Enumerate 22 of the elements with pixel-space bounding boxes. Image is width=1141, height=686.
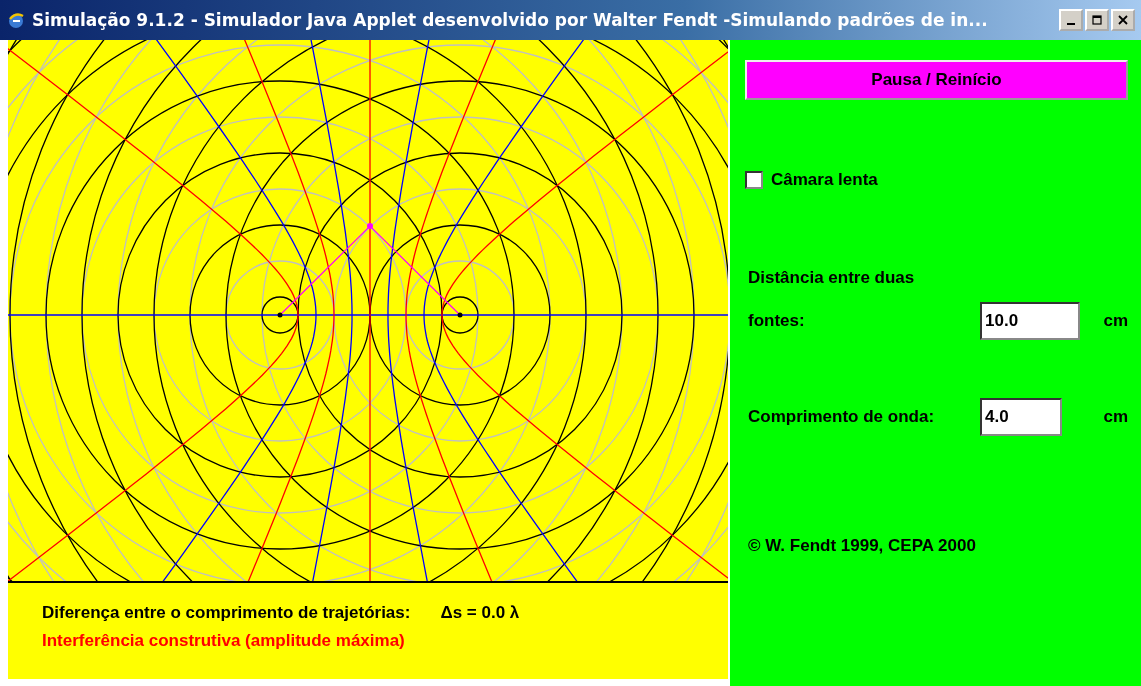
copyright-text: © W. Fendt 1999, CEPA 2000	[748, 536, 977, 556]
checkbox-label: Câmara lenta	[771, 170, 878, 190]
wavelength-label: Comprimento de onda:	[748, 407, 936, 427]
wavelength-input[interactable]: 4.0	[980, 398, 1062, 436]
pause-button[interactable]: Pausa / Reinício	[745, 60, 1128, 100]
close-button[interactable]	[1111, 9, 1135, 31]
distance-input[interactable]: 10.0	[980, 302, 1080, 340]
unit-label: cm	[1103, 407, 1128, 427]
checkbox[interactable]	[745, 171, 763, 189]
close-icon	[1118, 15, 1128, 25]
interference-result: Interferência construtiva (amplitude máxima)	[42, 631, 406, 651]
window-title: Simulação 9.1.2 - Simulador Java Applet desenvolvido por Walter Fendt -Simulando padrões de in...	[32, 10, 989, 30]
minimize-icon	[1067, 23, 1075, 25]
path-difference-value: Δs = 0.0 λ	[440, 603, 520, 623]
maximize-button[interactable]	[1085, 9, 1109, 31]
distance-label: Distância entre duas	[748, 268, 916, 288]
maximize-icon	[1092, 15, 1102, 25]
path-difference-label: Diferença entre o comprimento de trajetórias:	[42, 603, 411, 623]
unit-label: cm	[1103, 311, 1128, 331]
distance-label: fontes:	[748, 311, 806, 331]
app-icon	[6, 10, 26, 30]
minimize-button[interactable]	[1059, 9, 1083, 31]
